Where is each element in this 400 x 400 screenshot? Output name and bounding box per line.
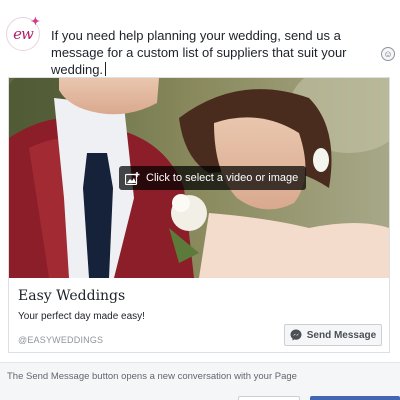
add-photo-icon [125,171,140,185]
messenger-icon [290,329,302,341]
link-description[interactable]: Your perfect day made easy! [18,311,145,322]
preview-image[interactable]: Click to select a video or image [9,78,389,278]
text-caret [105,62,107,76]
page-avatar: ew ✦ [6,16,40,51]
ad-composer: ew ✦ If you need help planning your wedd… [0,0,400,400]
primary-button[interactable] [310,396,400,400]
footer-note: The Send Message button opens a new conv… [7,371,297,382]
link-domain: @EASYWEDDINGS [18,335,104,345]
secondary-button[interactable] [238,396,300,400]
message-body: If you need help planning your wedding, … [51,28,347,77]
link-title[interactable]: Easy Weddings [18,288,125,304]
message-composer: ew ✦ If you need help planning your wedd… [0,0,400,77]
message-text[interactable]: If you need help planning your wedding, … [51,27,381,78]
select-media-label: Click to select a video or image [146,172,299,184]
select-media-button[interactable]: Click to select a video or image [119,166,307,190]
smiley-icon[interactable]: ☺ [381,47,395,61]
footer-bar: The Send Message button opens a new conv… [0,362,400,400]
link-preview-card: Click to select a video or image Easy We… [8,77,390,353]
sparkle-icon: ✦ [30,16,40,28]
send-message-label: Send Message [306,329,377,341]
send-message-button[interactable]: Send Message [284,324,382,346]
